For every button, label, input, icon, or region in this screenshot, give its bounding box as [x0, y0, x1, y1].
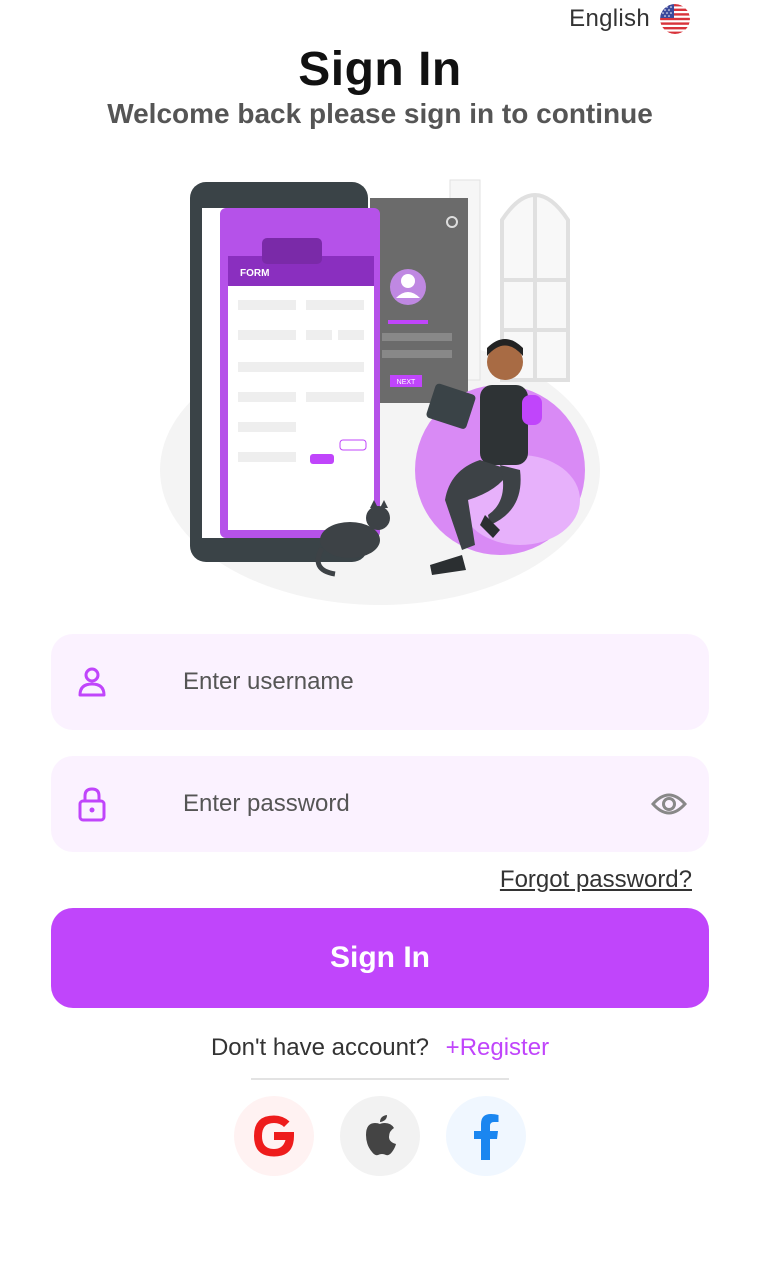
language-selector[interactable]: English	[569, 4, 690, 34]
register-question: Don't have account?	[210, 1034, 429, 1061]
facebook-icon	[474, 1114, 499, 1160]
register-prompt: Don't have account? +Register	[0, 1034, 760, 1062]
divider	[251, 1078, 509, 1080]
forgot-password-link[interactable]: Forgot password?	[500, 866, 692, 894]
register-link[interactable]: +Register	[446, 1034, 549, 1061]
us-flag-icon	[660, 4, 690, 34]
illustration-form-title: FORM	[240, 268, 269, 279]
page-title: Sign In	[298, 43, 462, 96]
tablet: FORM	[190, 182, 380, 562]
username-input[interactable]	[183, 668, 663, 696]
google-sign-in-button[interactable]	[234, 1096, 314, 1176]
profile-panel: NEXT	[370, 198, 468, 403]
eye-icon[interactable]	[651, 790, 687, 818]
password-input[interactable]	[183, 790, 663, 818]
username-field[interactable]	[51, 634, 709, 730]
language-label: English	[569, 5, 650, 32]
sign-in-button[interactable]: Sign In	[51, 908, 709, 1008]
sign-in-illustration: NEXT FORM	[160, 179, 600, 605]
page-subtitle: Welcome back please sign in to continue	[107, 98, 653, 129]
apple-icon	[366, 1115, 396, 1156]
google-icon	[254, 1115, 294, 1157]
user-icon	[78, 667, 106, 697]
lock-icon	[78, 787, 106, 822]
illustration-next-label: NEXT	[397, 379, 416, 386]
password-field[interactable]	[51, 756, 709, 852]
facebook-sign-in-button[interactable]	[446, 1096, 526, 1176]
apple-sign-in-button[interactable]	[340, 1096, 420, 1176]
